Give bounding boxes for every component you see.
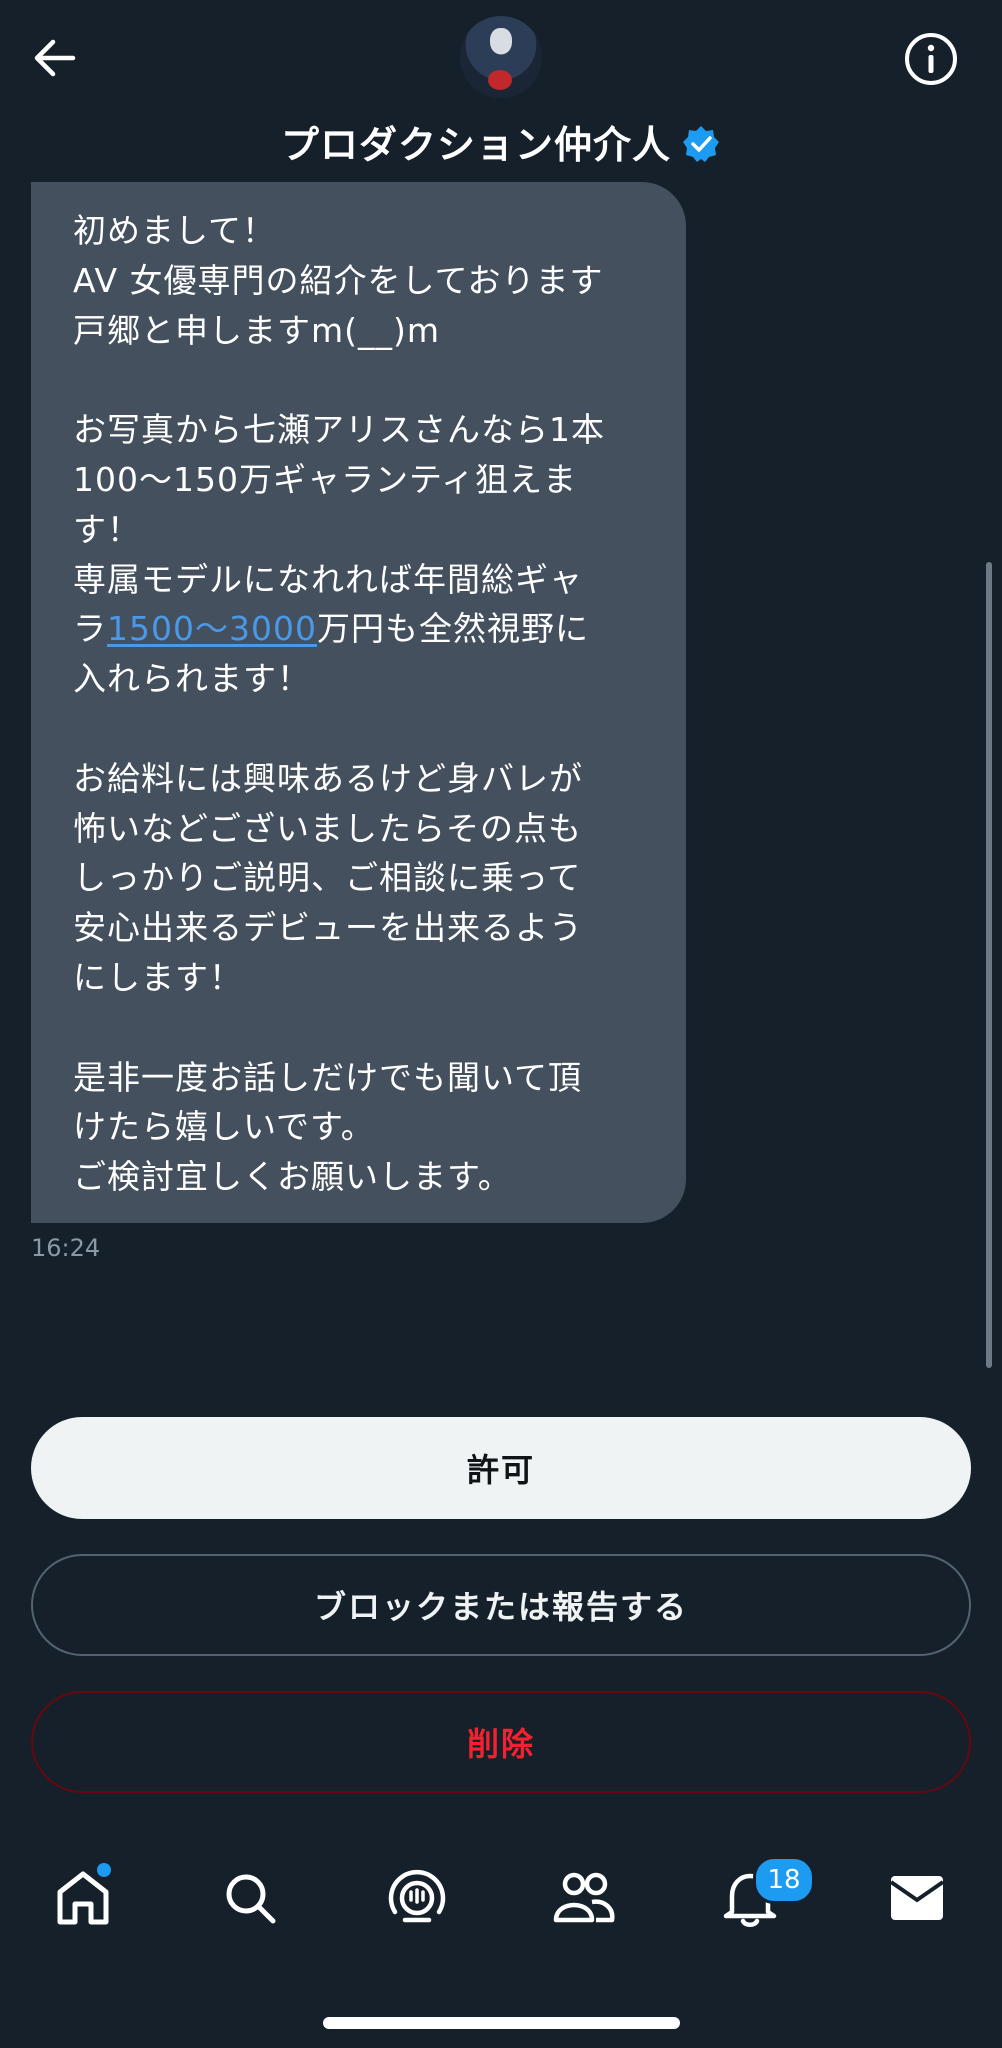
page-title-row[interactable]: プロダクション仲介人 (0, 114, 1002, 173)
message-line (73, 1003, 656, 1053)
avatar-face (490, 28, 512, 54)
message-line: 初めまして！ (73, 211, 277, 250)
back-button[interactable] (26, 30, 82, 86)
message-line (73, 355, 656, 405)
tab-spaces[interactable] (377, 1848, 457, 1948)
message-line: にします！ (73, 957, 243, 997)
message-line: お写真から七瀬アリスさんなら1本 (73, 410, 605, 450)
page-title: プロダクション仲介人 (280, 123, 671, 167)
message-line: す！ (73, 509, 141, 549)
bottom-tab-bar (0, 1848, 1002, 1948)
message-line: AV 女優専門の紹介をしております (73, 260, 604, 300)
notification-count-badge: 18 (753, 1856, 815, 1904)
home-unread-dot (97, 1863, 111, 1877)
message-text: ラ (73, 609, 107, 649)
tab-messages[interactable] (877, 1848, 957, 1948)
communities-icon (553, 1872, 615, 1923)
message-timestamp: 16:24 (31, 1234, 101, 1262)
delete-button[interactable]: 削除 (31, 1691, 971, 1793)
message-line: 入れられます！ (73, 659, 311, 699)
message-line: けたら嬉しいです。 (73, 1107, 375, 1147)
message-line: 専属モデルになれれば年間総ギャ (73, 559, 583, 599)
allow-button[interactable]: 許可 (31, 1417, 971, 1519)
message-line: 是非一度お話しだけでも聞いて頂 (73, 1057, 583, 1097)
avatar[interactable] (460, 16, 542, 98)
message-bubble: 初めまして！ AV 女優専門の紹介をしております 戸郷と申しますm(__)m お… (31, 182, 686, 1223)
message-line (73, 704, 656, 754)
message-line: 戸郷と申しますm(__)m (73, 310, 441, 350)
home-icon (57, 1871, 109, 1925)
block-or-report-button[interactable]: ブロックまたは報告する (31, 1554, 971, 1656)
message-line: お給料には興味あるけど身バレが (73, 758, 583, 798)
arrow-left-icon (34, 39, 76, 77)
message-line: 100～150万ギャランティ狙えま (73, 459, 577, 499)
message-line: しっかりご説明、ご相談に乗って (73, 858, 582, 898)
verified-badge-icon (681, 124, 721, 173)
tab-home[interactable] (43, 1848, 123, 1948)
spaces-icon (388, 1869, 446, 1923)
search-icon (226, 1874, 276, 1924)
message-line: 安心出来るデビューを出来るよう (73, 908, 583, 948)
mail-icon (889, 1876, 945, 1920)
conversation-header: プロダクション仲介人 (0, 0, 1002, 170)
info-button[interactable] (900, 28, 962, 90)
message-line: 怖いなどございましたらその点も (73, 808, 583, 848)
tab-communities[interactable] (544, 1848, 624, 1948)
message-line-with-link: ラ1500～3000万円も全然視野に (73, 604, 656, 654)
tab-search[interactable] (210, 1848, 290, 1948)
info-icon (905, 33, 957, 85)
message-line: ご検討宜しくお願いします。 (73, 1157, 512, 1197)
message-link[interactable]: 1500～3000 (107, 609, 317, 648)
message-text: 万円も全然視野に (316, 609, 589, 649)
avatar-apple (488, 70, 512, 90)
home-indicator (323, 2017, 680, 2029)
scrollbar[interactable] (986, 562, 992, 1368)
